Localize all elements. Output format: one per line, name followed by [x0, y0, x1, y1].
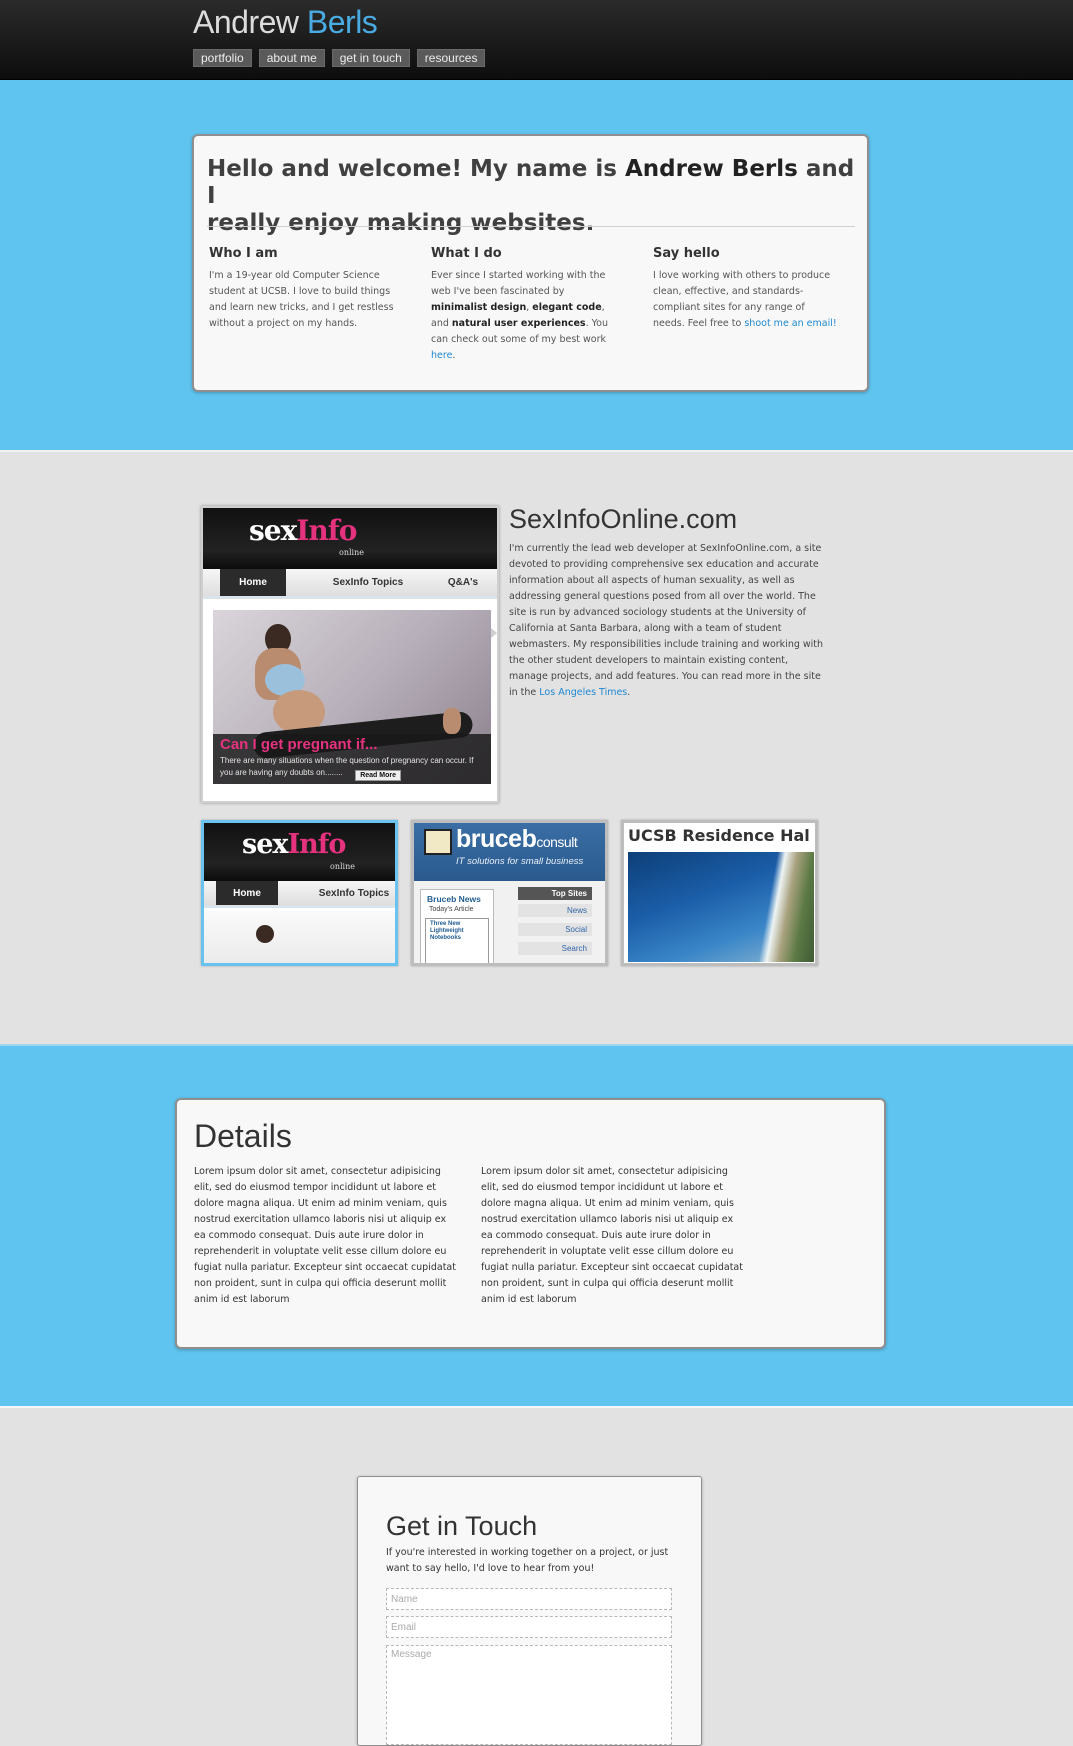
email-field[interactable] [386, 1616, 672, 1638]
project-thumbnail-sexinfo[interactable]: sexInfo online Home SexInfo Topics [201, 820, 398, 966]
screenshot-tabs: Home SexInfo Topics Q&A's [203, 569, 497, 599]
slide-overlay: Can I get pregnant if... There are many … [213, 734, 491, 784]
details-column-2: Lorem ipsum dolor sit amet, consectetur … [481, 1166, 743, 1305]
say-hello-column: Say hello I love working with others to … [653, 246, 839, 332]
tab-sexinfo-topics: SexInfo Topics [332, 577, 404, 588]
message-field[interactable] [386, 1645, 672, 1745]
what-i-do-column: What I do Ever since I started working w… [431, 246, 617, 364]
bruceb-name: brucebconsult [456, 825, 578, 853]
side-top-sites: Top Sites [518, 887, 592, 900]
sexinfo-logo: sexInfo online [249, 514, 364, 557]
ucsb-title: UCSB Residence Hal [628, 826, 810, 845]
side-social: Social [518, 923, 592, 936]
details-column-1: Lorem ipsum dolor sit amet, consectetur … [194, 1166, 456, 1305]
screenshot-header: sexInfo online [204, 823, 395, 881]
column-title: What I do [431, 246, 502, 261]
nav-get-in-touch[interactable]: get in touch [331, 49, 410, 67]
screenshot-tabs: Home SexInfo Topics [204, 881, 395, 908]
nav-about-me[interactable]: about me [258, 49, 325, 67]
project-title: SexInfoOnline.com [509, 504, 738, 534]
site-title-first: Andrew [193, 4, 299, 40]
column-text: Ever since I started working with the we… [431, 270, 609, 361]
project-description: I'm currently the lead web developer at … [509, 543, 824, 698]
project-thumbnail-ucsb[interactable]: UCSB Residence Hal [621, 820, 818, 966]
site-title[interactable]: Andrew Berls [193, 4, 378, 41]
nav-portfolio[interactable]: portfolio [193, 49, 252, 67]
project-thumbnail-bruceb[interactable]: brucebconsult IT solutions for small bus… [411, 820, 608, 966]
site-title-last: Berls [306, 4, 378, 40]
column-title: Say hello [653, 246, 720, 261]
contact-title: Get in Touch [386, 1511, 538, 1541]
site-header: Andrew Berls portfolio about me get in t… [0, 0, 1073, 80]
welcome-card: Hello and welcome! My name is Andrew Ber… [192, 134, 869, 392]
slide-image: Can I get pregnant if... There are many … [213, 610, 491, 784]
nav-resources[interactable]: resources [416, 49, 486, 67]
pointer-arrow [491, 628, 497, 638]
column-text: I'm a 19-year old Computer Science stude… [209, 270, 394, 329]
bruceb-body: Bruceb News Today's Article Three New Li… [414, 881, 605, 963]
read-more-button: Read More [355, 770, 401, 781]
tab-home: Home [216, 881, 278, 905]
tab-home: Home [220, 569, 286, 596]
slide-caption: There are many situations when the quest… [220, 756, 474, 777]
bruceb-logo-icon [424, 829, 452, 855]
bruceb-header: brucebconsult IT solutions for small bus… [414, 823, 605, 881]
bruceb-tagline: IT solutions for small business [456, 856, 584, 867]
ucsb-coast-image [628, 852, 814, 962]
side-search: Search [518, 942, 592, 955]
featured-screenshot[interactable]: sexInfo online Home SexInfo Topics Q&A's … [201, 506, 499, 803]
contact-intro: If you're interested in working together… [386, 1547, 669, 1574]
details-card: Details Lorem ipsum dolor sit amet, cons… [175, 1098, 886, 1349]
divider [207, 226, 855, 227]
who-i-am-column: Who I am I'm a 19-year old Computer Scie… [209, 246, 395, 332]
name-field[interactable] [386, 1588, 672, 1610]
work-link[interactable]: here [431, 350, 452, 361]
slide-image [204, 911, 395, 963]
welcome-heading: Hello and welcome! My name is Andrew Ber… [207, 156, 855, 236]
main-nav: portfolio about me get in touch resource… [193, 49, 486, 67]
slide-title: Can I get pregnant if... [220, 736, 378, 753]
screenshot-header: sexInfo online [203, 508, 497, 569]
bruceb-news-box: Bruceb News Today's Article Three New Li… [420, 889, 494, 963]
tab-sexinfo-topics: SexInfo Topics [318, 887, 390, 899]
news-article: Three New Lightweight Notebooks [425, 918, 489, 963]
news-subtitle: Today's Article [429, 906, 474, 913]
details-title: Details [194, 1118, 292, 1154]
news-title: Bruceb News [427, 894, 481, 904]
email-link[interactable]: shoot me an email! [744, 318, 836, 329]
la-times-link[interactable]: Los Angeles Times [539, 687, 627, 698]
sexinfo-logo: sexInfo online [242, 829, 355, 871]
side-news: News [518, 904, 592, 917]
column-text: I love working with others to produce cl… [653, 270, 837, 329]
tab-qa: Q&A's [447, 577, 479, 588]
contact-card: Get in Touch If you're interested in wor… [357, 1476, 702, 1746]
column-title: Who I am [209, 246, 278, 261]
